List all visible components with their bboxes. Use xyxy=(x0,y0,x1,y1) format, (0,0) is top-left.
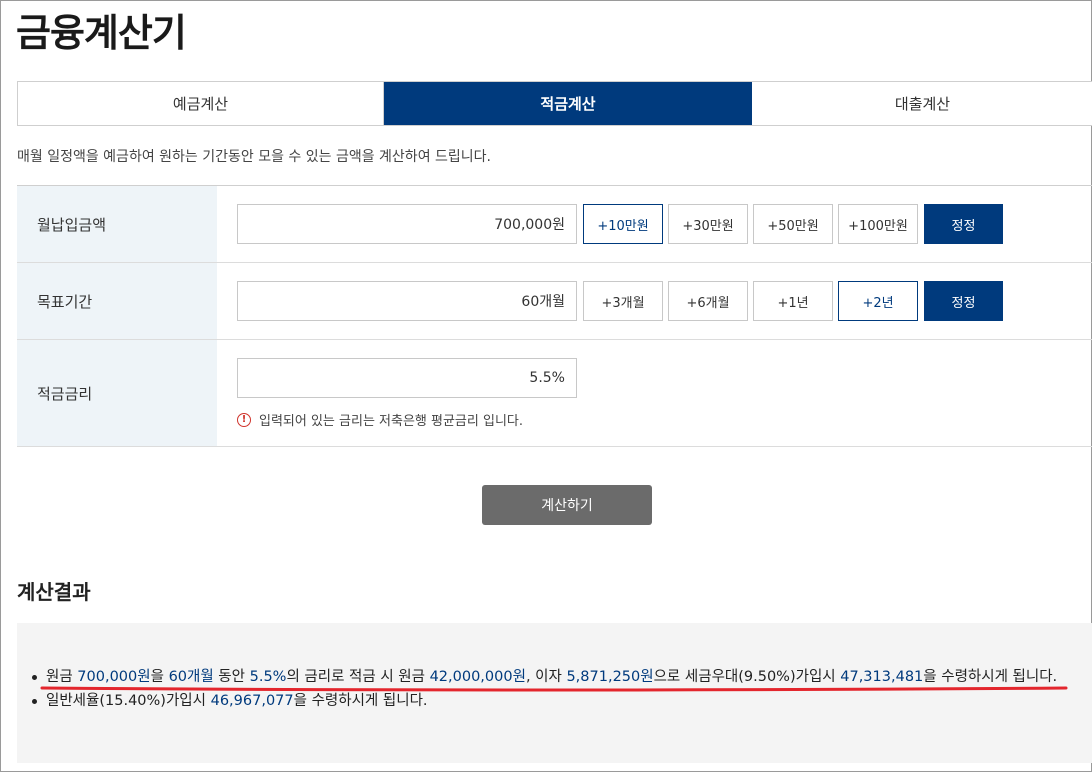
calculator-tabs: 예금계산 적금계산 대출계산 xyxy=(17,81,1092,126)
row-monthly-payment: 월납입금액 +10만원 +30만원 +50만원 +100만원 정정 xyxy=(17,186,1092,263)
reset-monthly-button[interactable]: 정정 xyxy=(924,204,1003,244)
rate-notice-text: 입력되어 있는 금리는 저축은행 평균금리 입니다. xyxy=(259,414,523,429)
rate-notice: ! 입력되어 있는 금리는 저축은행 평균금리 입니다. xyxy=(237,410,1092,429)
add-2-years-button[interactable]: +2년 xyxy=(838,281,918,321)
page-title: 금융계산기 xyxy=(16,11,187,55)
label-interest-rate: 적금금리 xyxy=(17,340,217,446)
tab-loan[interactable]: 대출계산 xyxy=(752,82,1092,125)
add-1-year-button[interactable]: +1년 xyxy=(753,281,833,321)
add-100k-button[interactable]: +10만원 xyxy=(583,204,663,244)
target-period-input[interactable] xyxy=(237,281,577,321)
tab-deposit[interactable]: 예금계산 xyxy=(18,82,384,125)
result-panel: 원금 700,000원을 60개월 동안 5.5%의 금리로 적금 시 원금 4… xyxy=(17,623,1092,763)
add-3-months-button[interactable]: +3개월 xyxy=(583,281,663,321)
result-interest: 5,871,250원 xyxy=(566,669,654,685)
label-target-period: 목표기간 xyxy=(17,263,217,339)
add-300k-button[interactable]: +30만원 xyxy=(668,204,748,244)
row-interest-rate: 적금금리 ! 입력되어 있는 금리는 저축은행 평균금리 입니다. xyxy=(17,340,1092,447)
result-period: 60개월 xyxy=(168,669,214,685)
alert-icon: ! xyxy=(237,412,251,427)
interest-rate-input[interactable] xyxy=(237,358,577,398)
add-1m-button[interactable]: +100만원 xyxy=(838,204,918,244)
highlight-underline xyxy=(40,686,1068,692)
result-preferential-amount: 47,313,481 xyxy=(840,669,924,685)
monthly-payment-input[interactable] xyxy=(237,204,577,244)
add-500k-button[interactable]: +50만원 xyxy=(753,204,833,244)
result-principal: 700,000원 xyxy=(77,669,151,685)
result-total-principal: 42,000,000원 xyxy=(429,669,526,685)
reset-period-button[interactable]: 정정 xyxy=(924,281,1003,321)
result-title: 계산결과 xyxy=(17,580,91,604)
result-line-general: 일반세율(15.40%)가입시 46,967,077을 수령하시게 됩니다. xyxy=(32,689,1057,713)
result-general-amount: 46,967,077 xyxy=(210,693,294,709)
tab-installment-savings[interactable]: 적금계산 xyxy=(384,82,752,125)
add-6-months-button[interactable]: +6개월 xyxy=(668,281,748,321)
calculator-form: 월납입금액 +10만원 +30만원 +50만원 +100만원 정정 목표기간 +… xyxy=(17,185,1092,447)
page-description: 매월 일정액을 예금하여 원하는 기간동안 모을 수 있는 금액을 계산하여 드… xyxy=(17,149,491,165)
calculate-button[interactable]: 계산하기 xyxy=(482,485,652,525)
row-target-period: 목표기간 +3개월 +6개월 +1년 +2년 정정 xyxy=(17,263,1092,340)
label-monthly-payment: 월납입금액 xyxy=(17,186,217,262)
result-rate: 5.5% xyxy=(249,669,287,685)
